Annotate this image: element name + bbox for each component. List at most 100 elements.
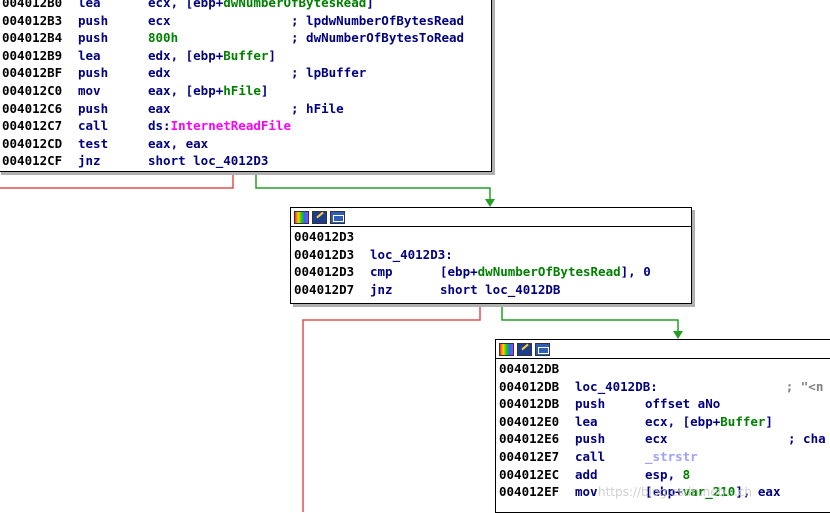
asm-operand: ], 0	[620, 264, 651, 280]
asm-line[interactable]: 004012B0 lea ecx, [ebp+dwNumberOfBytesRead…	[2, 0, 487, 12]
asm-operand[interactable]: Buffer	[720, 414, 765, 429]
true-edge-node1	[255, 170, 491, 201]
asm-line[interactable]: 004012DB	[499, 360, 830, 378]
asm-operand[interactable]: dwNumberOfBytesRead	[478, 264, 621, 279]
true-edge-arrow-1	[485, 199, 495, 207]
asm-mnemonic: cmp	[370, 264, 393, 280]
asm-address: 004012EF	[499, 484, 560, 500]
asm-line[interactable]: 004012D3 cmp [ebp+dwNumberOfBytesRead], 0	[294, 263, 687, 281]
asm-operand: ]	[765, 413, 773, 429]
rename-icon[interactable]	[517, 342, 532, 356]
node2-code: 004012D3 004012D3 loc_4012D3: 004012D3 cmp [e…	[291, 227, 691, 300]
asm-operand: edx, [ebp+	[148, 47, 224, 63]
asm-mnemonic: push	[78, 12, 109, 28]
node3-code: 004012DB 004012DB loc_4012DB: ; "<n 004012D…	[496, 359, 830, 503]
true-edge-arrow-2	[673, 331, 683, 339]
group-nodes-icon[interactable]	[535, 342, 550, 356]
group-nodes-icon[interactable]	[330, 210, 345, 224]
asm-operand: ; "<n	[657, 378, 824, 394]
node1-code: 004012B0 lea ecx, [ebp+dwNumberOfBytesRead…	[0, 0, 491, 172]
asm-operand: ]	[260, 82, 269, 98]
asm-operand[interactable]: loc_4012DB:	[575, 379, 658, 394]
asm-line[interactable]: 004012E7 call _strstr	[499, 448, 830, 466]
asm-address: 004012EC	[499, 466, 560, 482]
asm-operand: ]	[366, 0, 374, 10]
asm-operand: [ebp+	[440, 264, 478, 280]
asm-address: 004012D3	[294, 264, 355, 280]
asm-mnemonic: push	[575, 396, 606, 412]
asm-operand: ; lpdwNumberOfBytesRead	[170, 12, 465, 28]
asm-line[interactable]: 004012C0 mov eax, [ebp+hFile]	[2, 82, 487, 100]
asm-address: 004012C0	[2, 82, 63, 98]
asm-operand[interactable]: hFile	[223, 83, 261, 98]
asm-operand: edx	[148, 65, 171, 81]
asm-address: 004012B9	[2, 47, 63, 63]
asm-address: 004012D7	[294, 281, 355, 297]
asm-mnemonic: jnz	[370, 281, 393, 297]
asm-operand: ; hFile	[170, 100, 344, 116]
asm-mnemonic: call	[575, 448, 606, 464]
asm-address: 004012B0	[2, 0, 63, 10]
color-palette-icon[interactable]	[499, 342, 514, 356]
asm-address: 004012BF	[2, 65, 63, 81]
color-palette-icon[interactable]	[294, 210, 309, 224]
asm-address: 004012CF	[2, 153, 63, 169]
asm-line[interactable]: 004012B4 push 800h ; dwNumberOfBytesToRead	[2, 29, 487, 47]
asm-address: 004012D3	[294, 229, 355, 244]
asm-line[interactable]: 004012D3 loc_4012D3:	[294, 246, 687, 264]
asm-line[interactable]: 004012D7 jnz short loc_4012DB	[294, 281, 687, 299]
asm-operand: ; cha	[667, 431, 826, 447]
asm-line[interactable]: 004012E6 push ecx ; cha	[499, 430, 830, 448]
asm-operand[interactable]: loc_4012D3:	[370, 247, 453, 262]
asm-mnemonic: push	[78, 30, 109, 46]
asm-operand: 800h	[148, 30, 179, 46]
asm-operand[interactable]: InternetReadFile	[171, 118, 291, 133]
asm-address: 004012CD	[2, 135, 63, 151]
asm-operand: ecx, [ebp+	[148, 0, 224, 10]
asm-operand: 8	[682, 466, 691, 482]
graph-node-loc_4012D3[interactable]: 004012D3 004012D3 loc_4012D3: 004012D3 cmp [e…	[290, 207, 692, 304]
rename-icon[interactable]	[312, 210, 327, 224]
asm-operand[interactable]: _strstr	[645, 449, 698, 464]
node3-toolbar	[496, 340, 830, 359]
asm-address: 004012E6	[499, 431, 560, 447]
asm-operand: esp,	[645, 466, 683, 482]
asm-operand: ds:	[148, 118, 171, 134]
asm-mnemonic: push	[78, 100, 109, 116]
asm-address: 004012B3	[2, 12, 63, 28]
asm-line[interactable]: 004012C6 push eax ; hFile	[2, 100, 487, 118]
asm-address: 004012E7	[499, 448, 560, 464]
asm-address: 004012D3	[294, 246, 355, 262]
graph-node-1[interactable]: 004012B0 lea ecx, [ebp+dwNumberOfBytesRead…	[0, 0, 492, 172]
asm-operand: ]	[268, 47, 276, 63]
asm-operand: ; lpBuffer	[170, 65, 367, 81]
asm-address: 004012DB	[499, 361, 560, 376]
false-edge-node2	[302, 302, 481, 512]
asm-line[interactable]: 004012C7 call ds:InternetReadFile	[2, 117, 487, 135]
asm-line[interactable]: 004012DB loc_4012DB: ; "<n	[499, 378, 830, 396]
asm-operand[interactable]: dwNumberOfBytesRead	[223, 0, 366, 10]
asm-line[interactable]: 004012B9 lea edx, [ebp+Buffer]	[2, 47, 487, 65]
asm-operand[interactable]: Buffer	[223, 48, 268, 63]
asm-mnemonic: jnz	[78, 153, 101, 169]
asm-operand: eax	[148, 100, 171, 116]
asm-line[interactable]: 004012EC add esp, 8	[499, 466, 830, 484]
asm-line[interactable]: 004012B3 push ecx ; lpdwNumberOfBytesRead	[2, 12, 487, 30]
asm-line[interactable]: 004012CD test eax, eax	[2, 135, 487, 153]
asm-address: 004012DB	[499, 396, 560, 412]
asm-line[interactable]: 004012D3	[294, 228, 687, 246]
asm-operand: eax, [ebp+	[148, 82, 224, 98]
asm-mnemonic: call	[78, 118, 109, 134]
asm-line[interactable]: 004012E0 lea ecx, [ebp+Buffer]	[499, 413, 830, 431]
asm-address: 004012E0	[499, 413, 560, 429]
asm-operand: offset aNo	[645, 396, 721, 412]
asm-operand: ecx, [ebp+	[645, 413, 721, 429]
asm-line[interactable]: 004012CF jnz short loc_4012D3	[2, 152, 487, 170]
asm-line[interactable]: 004012BF push edx ; lpBuffer	[2, 64, 487, 82]
false-edge-node1	[0, 170, 234, 189]
asm-operand: ecx	[148, 12, 171, 28]
true-edge-node2	[501, 302, 679, 333]
asm-line[interactable]: 004012DB push offset aNo	[499, 395, 830, 413]
node2-toolbar	[291, 208, 691, 227]
asm-mnemonic: lea	[78, 0, 101, 10]
